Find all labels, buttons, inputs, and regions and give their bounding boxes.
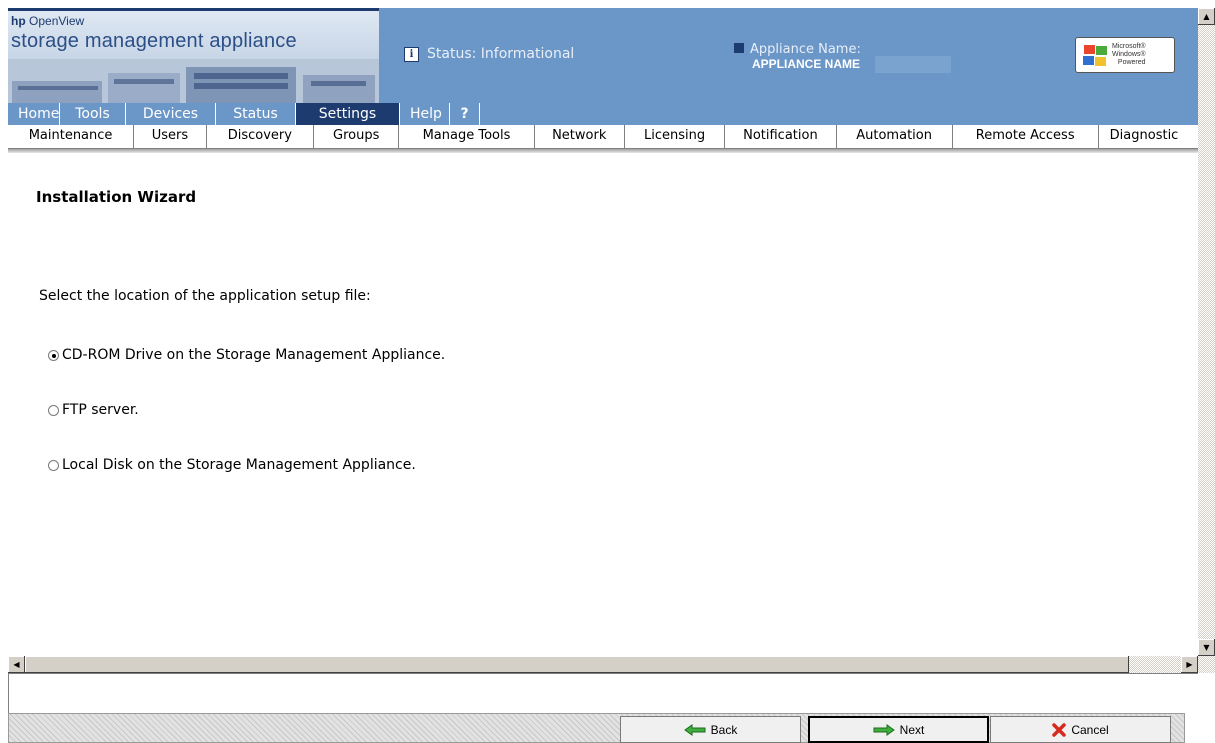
tab-groups[interactable]: Groups [314,125,400,148]
windows-flag-icon [1082,44,1108,66]
nav-devices[interactable]: Devices [126,103,216,125]
next-button[interactable]: Next [808,716,989,743]
back-arrow-icon [683,723,706,736]
prompt-text: Select the location of the application s… [39,288,371,304]
main-nav: Home Tools Devices Status Settings Help … [8,103,1198,125]
status-text: Status: Informational [427,46,575,62]
option-local-disk-label: Local Disk on the Storage Management App… [62,457,416,473]
tab-discovery[interactable]: Discovery [207,125,314,148]
page-title: Installation Wizard [36,188,197,206]
scroll-right-icon[interactable]: ▶ [1181,656,1198,673]
nav-home[interactable]: Home [8,103,60,125]
radio-cd-rom[interactable] [48,349,59,361]
header-banner: hp OpenView storage management appliance… [8,8,1198,103]
scroll-down-icon[interactable]: ▼ [1198,639,1215,656]
windows-badge-text: Microsoft® Windows® Powered [1112,43,1146,66]
cancel-button[interactable]: Cancel [990,716,1171,743]
info-icon: i [404,46,419,62]
appliance-name-label: Appliance Name: [750,42,861,57]
back-button-label: Back [710,722,738,737]
windows-powered-logo: Microsoft® Windows® Powered [1075,37,1175,73]
radio-ftp[interactable] [48,404,59,416]
tab-automation[interactable]: Automation [837,125,953,148]
appliance-name-swatch [875,56,951,73]
back-button[interactable]: Back [620,716,801,743]
storage-devices-graphic [8,59,379,103]
vertical-scrollbar[interactable]: ▲ ▼ [1198,8,1215,656]
tab-users[interactable]: Users [134,125,207,148]
next-arrow-icon [873,723,895,736]
horizontal-scroll-thumb[interactable] [25,656,1129,673]
nav-settings[interactable]: Settings [296,103,400,125]
product-title: storage management appliance [11,30,297,52]
sub-nav: Maintenance Users Discovery Groups Manag… [8,125,1198,149]
option-local-disk[interactable]: Local Disk on the Storage Management App… [48,457,416,473]
nav-help-question[interactable]: ? [450,103,480,125]
brand-panel: hp OpenView storage management appliance [8,8,379,103]
scroll-left-icon[interactable]: ◀ [8,656,25,673]
next-button-label: Next [899,722,925,737]
nav-status[interactable]: Status [216,103,296,125]
nav-tools[interactable]: Tools [60,103,126,125]
tab-diagnostic[interactable]: Diagnostic [1099,125,1198,148]
option-cd-rom-label: CD-ROM Drive on the Storage Management A… [62,347,446,363]
appliance-name-value: APPLIANCE NAME [752,57,861,71]
tab-network[interactable]: Network [535,125,625,148]
tab-licensing[interactable]: Licensing [625,125,726,148]
option-ftp-label: FTP server. [62,402,139,418]
option-cd-rom[interactable]: CD-ROM Drive on the Storage Management A… [48,347,445,363]
appliance-name: Appliance Name: APPLIANCE NAME [734,42,951,73]
tab-maintenance[interactable]: Maintenance [8,125,135,148]
tab-notification[interactable]: Notification [725,125,837,148]
nav-help[interactable]: Help [400,103,450,125]
tab-remote-access[interactable]: Remote Access [953,125,1099,148]
cancel-button-label: Cancel [1071,722,1109,737]
hp-openview-logo: hp OpenView [11,14,85,28]
footer-divider [8,673,1198,674]
cancel-x-icon [1052,722,1067,737]
scroll-up-icon[interactable]: ▲ [1198,8,1215,25]
content-area: Installation Wizard Select the location … [8,153,1198,656]
tab-manage-tools[interactable]: Manage Tools [399,125,535,148]
square-bullet-icon [734,43,744,53]
radio-local-disk[interactable] [48,459,59,471]
horizontal-scrollbar[interactable]: ◀ ▶ [8,656,1215,673]
option-ftp[interactable]: FTP server. [48,402,139,418]
status-indicator: i Status: Informational [404,46,574,62]
